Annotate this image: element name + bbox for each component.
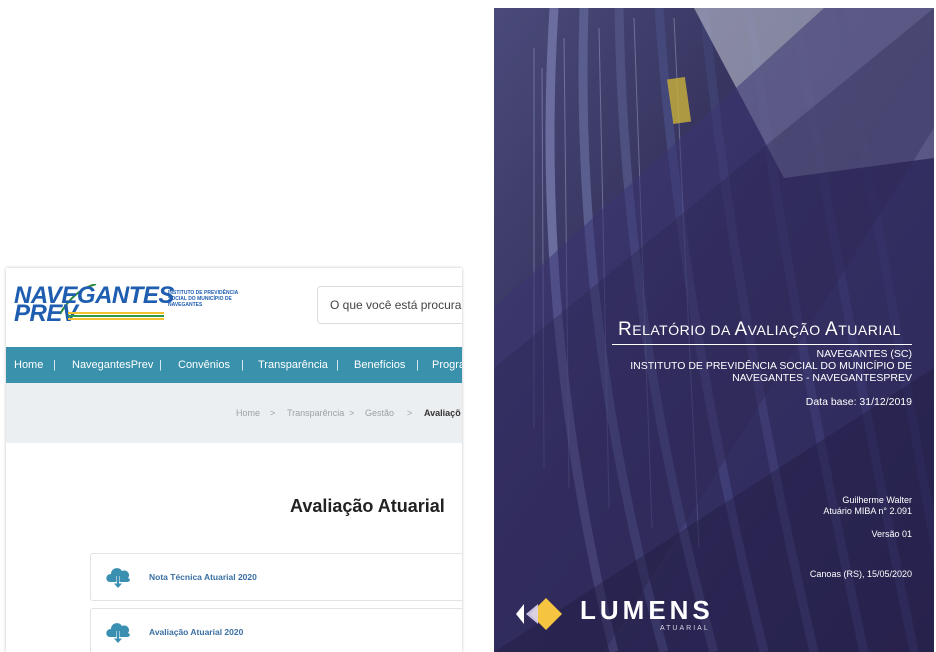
entity-line: INSTITUTO DE PREVIDÊNCIA SOCIAL DO MUNIC… xyxy=(630,360,912,372)
author-name: Guilherme Walter xyxy=(842,495,912,505)
entity-block: NAVEGANTES (SC) INSTITUTO DE PREVIDÊNCIA… xyxy=(630,348,912,384)
document-link-label[interactable]: Avaliação Atuarial 2020 xyxy=(149,609,243,652)
version: Versão 01 xyxy=(871,529,912,539)
breadcrumb-separator: > xyxy=(407,408,413,418)
nav-item-convenios[interactable]: Convênios xyxy=(178,347,230,383)
search-input[interactable]: O que você está procurando? xyxy=(317,286,462,324)
logo-stripes xyxy=(68,312,164,322)
page-title: Avaliação Atuarial xyxy=(290,496,445,516)
lumens-mark-icon xyxy=(516,598,562,630)
report-title: RELATÓRIO DA AVALIAÇÃO ATUARIAL xyxy=(618,318,918,342)
entity-line: NAVEGANTES (SC) xyxy=(816,348,912,360)
breadcrumb-home[interactable]: Home xyxy=(236,383,260,443)
author-block: Guilherme Walter Atuário MIBA n° 2.091 xyxy=(823,495,912,517)
nav-separator: | xyxy=(241,359,244,371)
nav-separator: | xyxy=(53,359,56,371)
entity-line: NAVEGANTES - NAVEGANTESPREV xyxy=(732,372,912,384)
cloud-download-icon[interactable] xyxy=(103,617,133,647)
document-link-label[interactable]: Nota Técnica Atuarial 2020 xyxy=(149,554,257,600)
data-base: Data base: 31/12/2019 xyxy=(805,396,912,408)
nav-item-navegantesprev[interactable]: NavegantesPrev xyxy=(72,347,153,383)
place-date: Canoas (RS), 15/05/2020 xyxy=(809,569,912,579)
title-smallcaps: ELATÓRIO DA xyxy=(632,322,735,338)
lumens-subtitle: ATUARIAL xyxy=(660,625,710,632)
site-header: NAVEGANTES PREV INSTITUTO DE PREVIDÊNCIA… xyxy=(6,268,462,338)
nav-item-beneficios[interactable]: Benefícios xyxy=(354,347,405,383)
main-navigation: Home | NavegantesPrev | Convênios | Tran… xyxy=(6,347,462,383)
nav-item-transparencia[interactable]: Transparência xyxy=(258,347,328,383)
nav-separator: | xyxy=(159,359,162,371)
nav-separator: | xyxy=(336,359,339,371)
breadcrumb-transparencia[interactable]: Transparência xyxy=(287,383,344,443)
lumens-wordmark: LUMENS xyxy=(580,595,714,625)
breadcrumb-gestao[interactable]: Gestão xyxy=(365,383,394,443)
title-cap: A xyxy=(825,319,839,340)
nav-item-programas[interactable]: Progra xyxy=(432,347,462,383)
cloud-download-icon[interactable] xyxy=(103,562,133,592)
title-smallcaps: VALIAÇÃO xyxy=(747,322,826,338)
title-cap: A xyxy=(734,319,748,340)
title-divider xyxy=(612,344,912,345)
breadcrumb-current: Avaliaçõ xyxy=(424,408,461,418)
document-item[interactable]: Avaliação Atuarial 2020 xyxy=(90,608,462,652)
nav-separator: | xyxy=(416,359,419,371)
navegantesprev-logo[interactable]: NAVEGANTES PREV xyxy=(14,284,174,330)
website-screenshot: NAVEGANTES PREV INSTITUTO DE PREVIDÊNCIA… xyxy=(6,268,462,652)
nav-item-home[interactable]: Home xyxy=(14,347,43,383)
breadcrumb: Home > Transparência > Gestão > Avaliaçõ xyxy=(6,383,462,443)
title-smallcaps: TUARIAL xyxy=(838,322,901,338)
title-cap: R xyxy=(618,319,633,340)
document-item[interactable]: Nota Técnica Atuarial 2020 xyxy=(90,553,462,601)
lumens-logo: LUMENS ATUARIAL xyxy=(510,594,730,644)
breadcrumb-separator: > xyxy=(270,408,276,418)
report-cover: RELATÓRIO DA AVALIAÇÃO ATUARIAL NAVEGANT… xyxy=(494,8,934,652)
logo-tagline: INSTITUTO DE PREVIDÊNCIA SOCIAL DO MUNIC… xyxy=(168,290,239,308)
author-registration: Atuário MIBA n° 2.091 xyxy=(823,506,912,516)
breadcrumb-separator: > xyxy=(349,408,355,418)
